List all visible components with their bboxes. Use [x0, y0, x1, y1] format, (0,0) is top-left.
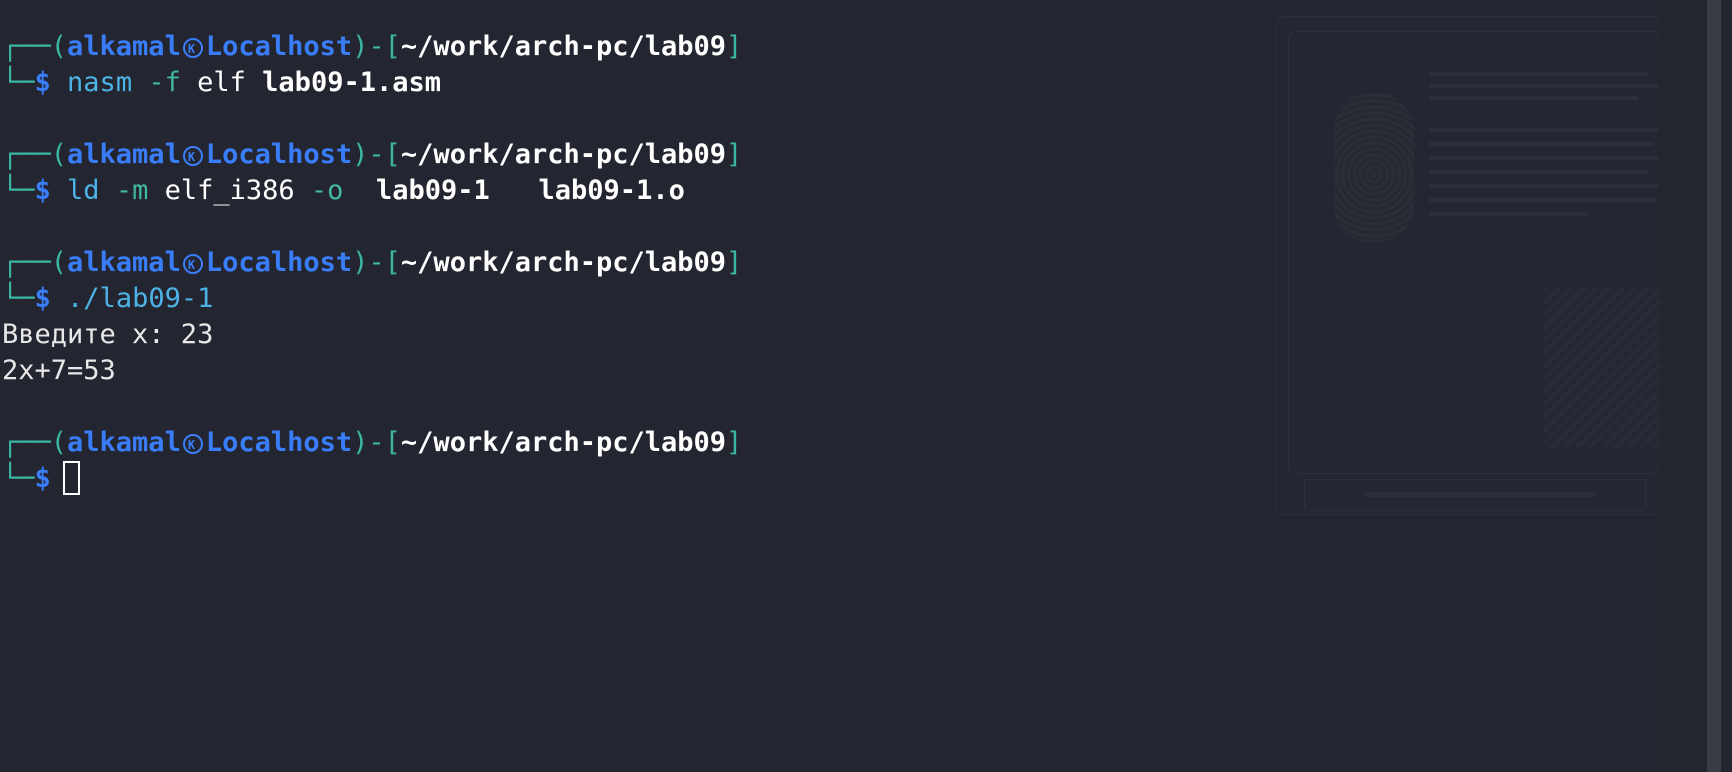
- terminal-window[interactable]: ┌──(alkamalLocalhost)-[~/work/arch-pc/la…: [0, 0, 1732, 772]
- active-command-line[interactable]: └─$: [2, 461, 1652, 497]
- command-arg: lab09-1.o: [538, 175, 685, 206]
- vertical-scrollbar[interactable]: [1707, 0, 1721, 772]
- program-output-line: 2x+7=53: [2, 355, 116, 386]
- text-cursor[interactable]: [62, 461, 80, 495]
- prompt-user: alkamal: [67, 139, 181, 170]
- prompt-frame: ┌──(: [2, 427, 68, 458]
- prompt-frame: ]: [726, 31, 743, 62]
- prompt-frame: )-[: [352, 139, 401, 170]
- command-arg: lab09-1.asm: [262, 67, 441, 98]
- prompt-path: ~/work/arch-pc/lab09: [400, 31, 727, 62]
- prompt-header: ┌──(alkamal Localhost)-[~/work/arch-pc/la…: [2, 29, 1652, 67]
- prompt-frame: └─: [2, 175, 35, 206]
- command-flag: -o: [310, 175, 344, 206]
- command-flag: -m: [115, 175, 149, 206]
- prompt-host: Localhost: [205, 247, 353, 278]
- prompt-dollar: $: [34, 67, 51, 98]
- prompt-user: alkamal: [67, 247, 181, 278]
- prompt-frame: ]: [726, 139, 743, 170]
- command-line: └─$ ld -m elf_i386 -o lab09-1 lab09-1.o: [2, 173, 1652, 209]
- prompt-frame: ┌──(: [2, 247, 68, 278]
- command-line: └─$ nasm -f elf lab09-1.asm: [2, 65, 1652, 101]
- prompt-frame: ]: [726, 247, 743, 278]
- prompt-frame: )-[: [352, 247, 401, 278]
- prompt-frame: ]: [726, 427, 743, 458]
- scroll-gutter: [1660, 0, 1707, 772]
- prompt-frame: └─: [2, 283, 35, 314]
- prompt-host: Localhost: [205, 31, 353, 62]
- prompt-frame: )-[: [352, 31, 401, 62]
- command-arg: elf: [197, 67, 246, 98]
- command-line: └─$ ./lab09-1: [2, 281, 1652, 317]
- command-arg: lab09-1: [375, 175, 490, 206]
- prompt-frame: └─: [2, 463, 35, 494]
- prompt-user: alkamal: [67, 31, 181, 62]
- prompt-path: ~/work/arch-pc/lab09: [400, 139, 727, 170]
- prompt-path: ~/work/arch-pc/lab09: [400, 247, 727, 278]
- prompt-dollar: $: [34, 283, 51, 314]
- prompt-frame: ┌──(: [2, 31, 68, 62]
- kali-icon: [182, 247, 203, 283]
- kali-icon: [182, 31, 203, 67]
- prompt-frame: ┌──(: [2, 139, 68, 170]
- prompt-header: ┌──(alkamal Localhost)-[~/work/arch-pc/la…: [2, 425, 1652, 463]
- prompt-user: alkamal: [67, 427, 181, 458]
- prompt-dollar: $: [34, 463, 51, 494]
- prompt-host: Localhost: [205, 427, 353, 458]
- terminal-output: ┌──(alkamalLocalhost)-[~/work/arch-pc/la…: [2, 29, 1652, 497]
- kali-icon: [182, 427, 203, 463]
- command-arg: elf_i386: [164, 175, 295, 206]
- command-flag: -f: [148, 67, 181, 98]
- prompt-dollar: $: [34, 175, 51, 206]
- prompt-header: ┌──(alkamal Localhost)-[~/work/arch-pc/la…: [2, 245, 1652, 283]
- prompt-frame: )-[: [352, 427, 401, 458]
- prompt-frame: └─: [2, 67, 35, 98]
- command-name: nasm: [67, 67, 133, 98]
- prompt-header: ┌──(alkamal Localhost)-[~/work/arch-pc/la…: [2, 137, 1652, 175]
- window-edge: [1721, 0, 1732, 772]
- command-name: ld: [67, 175, 100, 206]
- prompt-host: Localhost: [205, 139, 353, 170]
- program-output-line: Введите x: 23: [2, 319, 214, 350]
- prompt-path: ~/work/arch-pc/lab09: [400, 427, 727, 458]
- command-name: ./lab09-1: [67, 283, 214, 314]
- kali-icon: [182, 139, 203, 175]
